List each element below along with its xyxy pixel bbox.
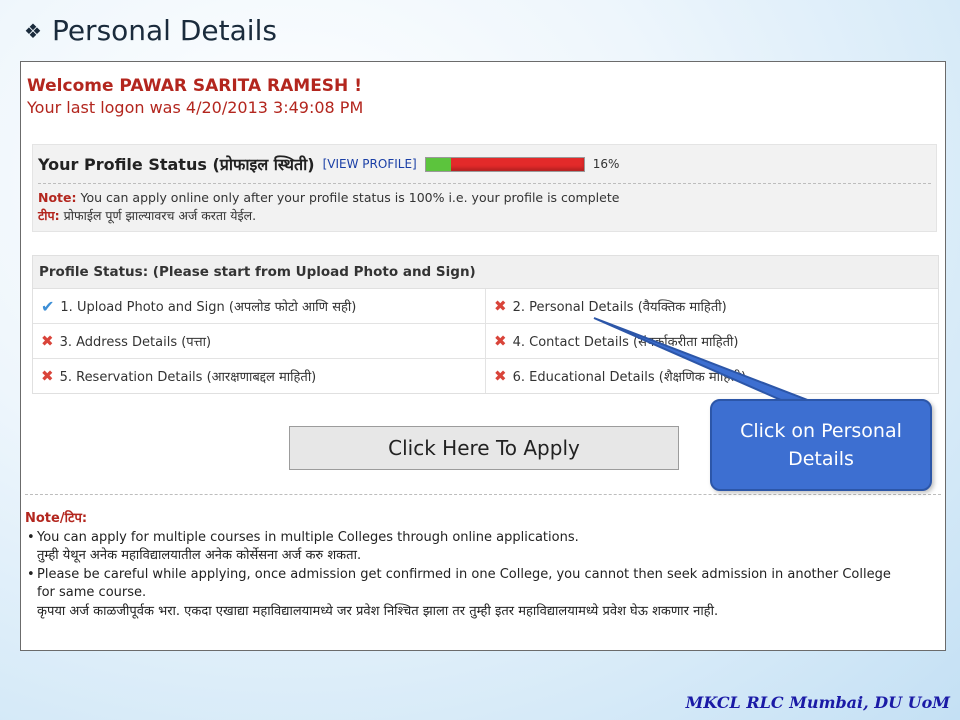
status-item-label: 4. Contact Details (संपर्काकरीता माहिती) (512, 335, 739, 350)
note-text: You can apply online only after your pro… (76, 190, 620, 205)
profile-status-title: Your Profile Status (प्रोफाइल स्थिती) (38, 155, 315, 174)
table-row: ✖ 3. Address Details (पत्ता) ✖ 4. Contac… (33, 324, 938, 359)
last-logon-text: Your last logon was 4/20/2013 3:49:08 PM (27, 98, 364, 117)
diamond-bullet-icon: ❖ (24, 18, 42, 43)
table-row: ✔ 1. Upload Photo and Sign (अपलोड फोटो आ… (33, 289, 938, 324)
note-label: Note: (38, 190, 77, 205)
note-bullet-2-cont: for same course. (37, 585, 147, 600)
profile-status-box: Your Profile Status (प्रोफाइल स्थिती) [V… (32, 144, 937, 232)
bottom-note-heading: Note/टिप: (25, 511, 88, 526)
status-item-reservation-details[interactable]: ✖ 5. Reservation Details (आरक्षणाबद्दल म… (33, 359, 486, 393)
status-item-address-details[interactable]: ✖ 3. Address Details (पत्ता) (33, 324, 486, 358)
check-icon: ✔ (41, 296, 55, 316)
tip-text: प्रोफाईल पूर्ण झाल्यावरच अर्ज करता येईल. (59, 208, 257, 223)
status-item-label: 5. Reservation Details (आरक्षणाबद्दल माह… (59, 370, 317, 385)
note-bullet-2-marathi: कृपया अर्ज काळजीपूर्वक भरा. एकदा एखाद्या… (37, 603, 719, 619)
profile-progress-fill (425, 157, 451, 171)
cross-icon: ✖ (494, 332, 507, 350)
divider (38, 183, 931, 184)
bottom-note: Note/टिप: You can apply for multiple cou… (25, 510, 891, 621)
status-item-label: 1. Upload Photo and Sign (अपलोड फोटो आणि… (60, 300, 357, 315)
status-item-personal-details[interactable]: ✖ 2. Personal Details (वैयक्तिक माहिती) (486, 289, 938, 323)
note-bullet-2: Please be careful while applying, once a… (25, 566, 891, 585)
apply-button[interactable]: Click Here To Apply (289, 426, 679, 470)
status-item-educational-details[interactable]: ✖ 6. Educational Details (शैक्षणिक माहित… (486, 359, 938, 393)
profile-progress-bar (424, 156, 585, 172)
status-item-upload-photo[interactable]: ✔ 1. Upload Photo and Sign (अपलोड फोटो आ… (33, 289, 486, 323)
tip-label: टीप: (38, 208, 60, 223)
footer-credit: MKCL RLC Mumbai, DU UoM (685, 693, 950, 712)
cross-icon: ✖ (494, 367, 507, 385)
slide-title: ❖ Personal Details (24, 14, 277, 47)
profile-status-table: Profile Status: (Please start from Uploa… (32, 255, 939, 394)
cross-icon: ✖ (41, 332, 54, 350)
slide-title-text: Personal Details (51, 14, 277, 47)
callout-box: Click on Personal Details (710, 399, 932, 491)
table-row: ✖ 5. Reservation Details (आरक्षणाबद्दल म… (33, 359, 938, 393)
view-profile-link[interactable]: [VIEW PROFILE] (323, 157, 417, 171)
cross-icon: ✖ (494, 297, 507, 315)
status-item-label: 6. Educational Details (शैक्षणिक माहिती) (512, 370, 747, 385)
status-table-header: Profile Status: (Please start from Uploa… (33, 256, 938, 289)
screenshot-panel: Welcome PAWAR SARITA RAMESH ! Your last … (20, 61, 946, 651)
divider (25, 494, 941, 495)
profile-note: Note: You can apply online only after yo… (38, 189, 619, 225)
welcome-block: Welcome PAWAR SARITA RAMESH ! Your last … (27, 76, 363, 117)
note-bullet-1: You can apply for multiple courses in mu… (25, 529, 891, 548)
profile-progress-percent: 16% (592, 157, 620, 171)
status-item-label: 3. Address Details (पत्ता) (59, 335, 212, 350)
cross-icon: ✖ (41, 367, 54, 385)
welcome-message: Welcome PAWAR SARITA RAMESH ! (27, 76, 362, 96)
status-item-label: 2. Personal Details (वैयक्तिक माहिती) (512, 300, 727, 315)
status-item-contact-details[interactable]: ✖ 4. Contact Details (संपर्काकरीता माहित… (486, 324, 938, 358)
note-bullet-1-marathi: तुम्ही येथून अनेक महाविद्यालयातील अनेक क… (37, 548, 362, 563)
